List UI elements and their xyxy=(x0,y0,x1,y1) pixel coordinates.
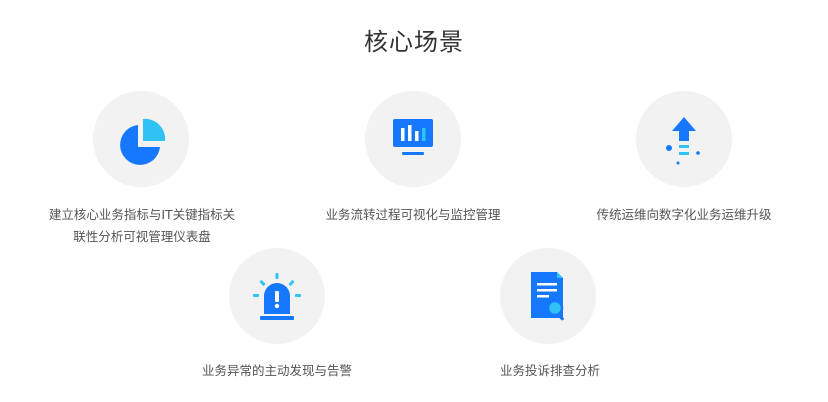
scene-label-line: 联性分析可视管理仪表盘 xyxy=(73,229,211,244)
monitor-chart-icon xyxy=(393,119,433,155)
scene-label-line: 传统运维向数字化业务运维升级 xyxy=(596,207,772,222)
scene-icon-circle xyxy=(500,248,596,344)
pie-chart-icon xyxy=(120,118,166,165)
scene-icon-circle xyxy=(636,91,732,187)
upgrade-arrow-icon xyxy=(666,117,700,165)
document-search-icon xyxy=(531,272,564,321)
scene-label: 传统运维向数字化业务运维升级 xyxy=(580,204,788,226)
scene-label: 业务异常的主动发现与告警 xyxy=(180,360,374,382)
section-title: 核心场景 xyxy=(364,28,464,56)
scene-label: 业务投诉排查分析 xyxy=(480,360,620,382)
scene-icon-circle xyxy=(93,91,189,187)
scene-label-line: 建立核心业务指标与IT关键指标关 xyxy=(48,207,236,222)
scene-label-line: 业务流转过程可视化与监控管理 xyxy=(325,207,501,222)
scene-icon-circle xyxy=(365,91,461,187)
scene-icon-circle xyxy=(229,248,325,344)
scene-label: 业务流转过程可视化与监控管理 xyxy=(300,204,526,226)
scene-label: 建立核心业务指标与IT关键指标关 联性分析可视管理仪表盘 xyxy=(40,204,244,248)
scene-label-line: 业务投诉排查分析 xyxy=(499,363,600,378)
scene-label-line: 业务异常的主动发现与告警 xyxy=(201,363,352,378)
alarm-light-icon xyxy=(253,273,301,320)
